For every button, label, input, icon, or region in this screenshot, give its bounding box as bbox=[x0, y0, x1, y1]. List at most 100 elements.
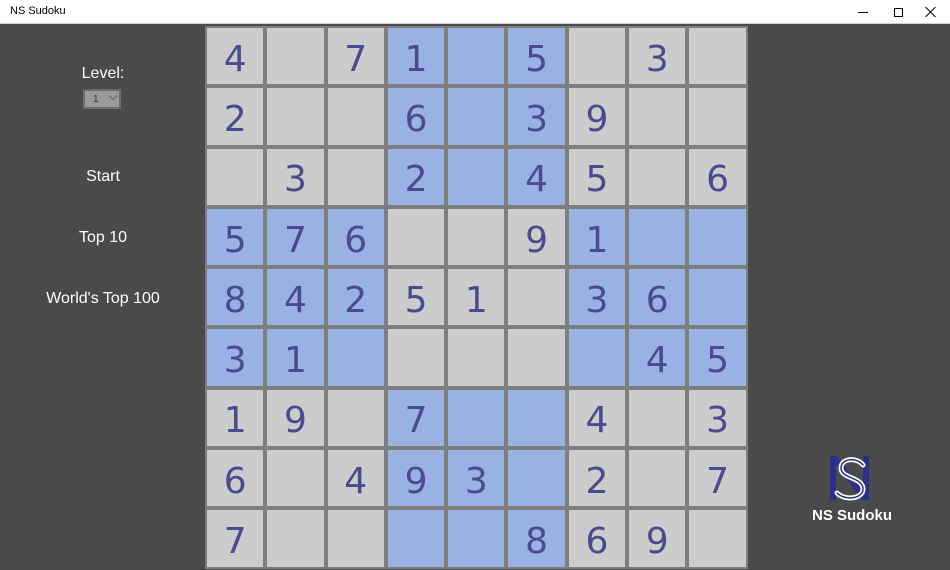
sudoku-cell-r5c4[interactable]: 5 bbox=[385, 267, 447, 328]
sudoku-cell-r4c7[interactable]: 1 bbox=[566, 206, 628, 268]
sudoku-cell-r6c5[interactable] bbox=[446, 327, 507, 388]
sudoku-cell-r6c9[interactable]: 5 bbox=[687, 327, 748, 388]
start-button[interactable]: Start bbox=[1, 168, 205, 186]
sudoku-cell-r7c2[interactable]: 9 bbox=[265, 387, 326, 449]
sudoku-cell-r5c1[interactable]: 8 bbox=[205, 267, 266, 328]
sudoku-cell-r1c6[interactable]: 5 bbox=[506, 26, 567, 87]
sudoku-cell-r2c2[interactable] bbox=[265, 86, 326, 147]
sudoku-cell-r3c3[interactable] bbox=[325, 146, 386, 207]
level-dropdown[interactable]: 1 bbox=[83, 89, 121, 109]
sudoku-board: 4715326393245657691842513631451974364932… bbox=[205, 26, 748, 569]
sudoku-cell-r9c3[interactable] bbox=[325, 508, 386, 569]
sudoku-cell-r2c1[interactable]: 2 bbox=[205, 86, 266, 147]
sudoku-cell-r8c4[interactable]: 9 bbox=[385, 448, 447, 509]
sudoku-cell-r1c3[interactable]: 7 bbox=[325, 26, 386, 87]
sudoku-cell-r5c2[interactable]: 4 bbox=[265, 267, 326, 328]
sudoku-cell-r3c8[interactable] bbox=[627, 146, 688, 207]
sudoku-cell-r1c7[interactable] bbox=[566, 26, 628, 87]
sudoku-cell-r6c2[interactable]: 1 bbox=[265, 327, 326, 388]
sudoku-cell-r3c7[interactable]: 5 bbox=[566, 146, 628, 207]
sudoku-cell-r9c2[interactable] bbox=[265, 508, 326, 569]
sudoku-cell-r5c7[interactable]: 3 bbox=[566, 267, 628, 328]
sidebar: Level: 1 Start Top 10 World's Top 100 bbox=[1, 25, 205, 569]
sudoku-cell-r7c5[interactable] bbox=[446, 387, 507, 449]
sudoku-cell-r3c1[interactable] bbox=[205, 146, 266, 207]
level-value: 1 bbox=[93, 93, 99, 105]
sudoku-cell-r4c6[interactable]: 9 bbox=[506, 206, 567, 268]
sudoku-cell-r4c4[interactable] bbox=[385, 206, 447, 268]
sudoku-cell-r9c9[interactable] bbox=[687, 508, 748, 569]
sudoku-cell-r2c7[interactable]: 9 bbox=[566, 86, 628, 147]
sudoku-cell-r6c4[interactable] bbox=[385, 327, 447, 388]
sudoku-cell-r9c8[interactable]: 9 bbox=[627, 508, 688, 569]
sudoku-cell-r5c8[interactable]: 6 bbox=[627, 267, 688, 328]
ns-logo-icon bbox=[830, 456, 869, 501]
app-logo: NS Sudoku bbox=[809, 453, 895, 533]
sudoku-cell-r5c9[interactable] bbox=[687, 267, 748, 328]
sudoku-cell-r7c9[interactable]: 3 bbox=[687, 387, 748, 449]
sudoku-cell-r6c1[interactable]: 3 bbox=[205, 327, 266, 388]
level-label: Level: bbox=[81, 65, 125, 82]
sudoku-cell-r3c5[interactable] bbox=[446, 146, 507, 207]
sudoku-cell-r8c5[interactable]: 3 bbox=[446, 448, 507, 509]
chevron-down-icon bbox=[108, 91, 118, 101]
sudoku-cell-r5c5[interactable]: 1 bbox=[446, 267, 507, 328]
sudoku-cell-r7c6[interactable] bbox=[506, 387, 567, 449]
worlds-top-100-button[interactable]: World's Top 100 bbox=[1, 290, 205, 308]
sudoku-cell-r1c5[interactable] bbox=[446, 26, 507, 87]
sudoku-cell-r9c6[interactable]: 8 bbox=[506, 508, 567, 569]
sudoku-cell-r8c7[interactable]: 2 bbox=[566, 448, 628, 509]
sudoku-cell-r8c1[interactable]: 6 bbox=[205, 448, 266, 509]
sudoku-cell-r6c6[interactable] bbox=[506, 327, 567, 388]
sudoku-cell-r2c3[interactable] bbox=[325, 86, 386, 147]
logo-text: NS Sudoku bbox=[811, 507, 892, 524]
sudoku-cell-r7c1[interactable]: 1 bbox=[205, 387, 266, 449]
sudoku-cell-r2c8[interactable] bbox=[627, 86, 688, 147]
sudoku-cell-r1c8[interactable]: 3 bbox=[627, 26, 688, 87]
minimize-icon bbox=[858, 11, 868, 13]
window-title: NS Sudoku bbox=[10, 5, 66, 17]
sudoku-cell-r2c6[interactable]: 3 bbox=[506, 86, 567, 147]
sudoku-cell-r4c1[interactable]: 5 bbox=[205, 206, 266, 268]
sudoku-cell-r3c9[interactable]: 6 bbox=[687, 146, 748, 207]
title-bar: NS Sudoku bbox=[0, 0, 950, 24]
sudoku-cell-r4c2[interactable]: 7 bbox=[265, 206, 326, 268]
sudoku-cell-r9c1[interactable]: 7 bbox=[205, 508, 266, 569]
sudoku-cell-r4c8[interactable] bbox=[627, 206, 688, 268]
sudoku-cell-r4c3[interactable]: 6 bbox=[325, 206, 386, 268]
sudoku-cell-r2c5[interactable] bbox=[446, 86, 507, 147]
sudoku-cell-r7c4[interactable]: 7 bbox=[385, 387, 447, 449]
sudoku-cell-r1c4[interactable]: 1 bbox=[385, 26, 447, 87]
sudoku-cell-r6c7[interactable] bbox=[566, 327, 628, 388]
sudoku-cell-r3c2[interactable]: 3 bbox=[265, 146, 326, 207]
sudoku-cell-r2c9[interactable] bbox=[687, 86, 748, 147]
sudoku-cell-r7c7[interactable]: 4 bbox=[566, 387, 628, 449]
sudoku-cell-r8c6[interactable] bbox=[506, 448, 567, 509]
maximize-icon bbox=[893, 7, 903, 17]
sudoku-cell-r6c8[interactable]: 4 bbox=[627, 327, 688, 388]
sudoku-cell-r4c9[interactable] bbox=[687, 206, 748, 268]
sudoku-cell-r8c3[interactable]: 4 bbox=[325, 448, 386, 509]
sudoku-cell-r7c8[interactable] bbox=[627, 387, 688, 449]
sudoku-cell-r9c4[interactable] bbox=[385, 508, 447, 569]
sudoku-cell-r9c7[interactable]: 6 bbox=[566, 508, 628, 569]
sudoku-cell-r9c5[interactable] bbox=[446, 508, 507, 569]
sudoku-cell-r8c9[interactable]: 7 bbox=[687, 448, 748, 509]
close-button[interactable] bbox=[908, 0, 950, 24]
sudoku-cell-r1c1[interactable]: 4 bbox=[205, 26, 266, 87]
sudoku-cell-r5c3[interactable]: 2 bbox=[325, 267, 386, 328]
close-icon bbox=[925, 6, 937, 18]
app-area: Level: 1 Start Top 10 World's Top 100 47… bbox=[1, 25, 949, 569]
top-10-button[interactable]: Top 10 bbox=[1, 229, 205, 247]
sudoku-cell-r5c6[interactable] bbox=[506, 267, 567, 328]
sudoku-cell-r1c2[interactable] bbox=[265, 26, 326, 87]
sudoku-cell-r6c3[interactable] bbox=[325, 327, 386, 388]
sudoku-cell-r1c9[interactable] bbox=[687, 26, 748, 87]
sudoku-cell-r2c4[interactable]: 6 bbox=[385, 86, 447, 147]
sudoku-cell-r3c6[interactable]: 4 bbox=[506, 146, 567, 207]
sudoku-cell-r8c8[interactable] bbox=[627, 448, 688, 509]
sudoku-cell-r8c2[interactable] bbox=[265, 448, 326, 509]
sudoku-cell-r4c5[interactable] bbox=[446, 206, 507, 268]
sudoku-cell-r3c4[interactable]: 2 bbox=[385, 146, 447, 207]
sudoku-cell-r7c3[interactable] bbox=[325, 387, 386, 449]
